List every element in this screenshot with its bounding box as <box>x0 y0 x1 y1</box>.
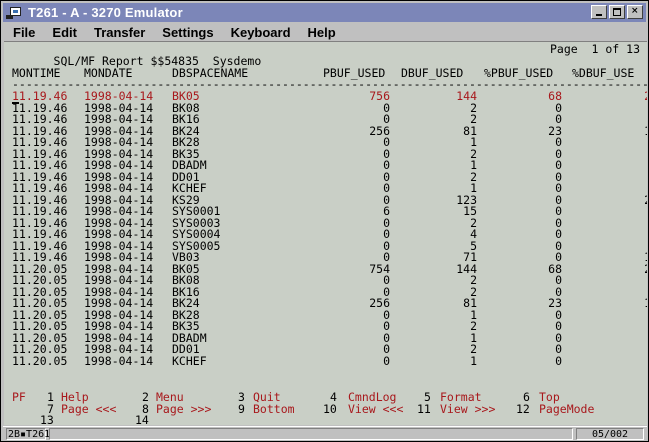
maximize-icon <box>613 8 621 16</box>
pf-key-label[interactable]: PageMode <box>539 403 594 416</box>
close-icon: × <box>631 6 639 16</box>
menu-keyboard[interactable]: Keyboard <box>222 25 299 40</box>
cell-dpct: 2 <box>644 263 647 276</box>
pf-key-number: 14 <box>135 413 149 425</box>
cell-dpct: 1 <box>644 297 647 310</box>
menu-transfer[interactable]: Transfer <box>85 25 153 40</box>
menu-bar: File Edit Transfer Settings Keyboard Hel… <box>3 23 646 41</box>
cell-dpct: 2 <box>644 194 647 207</box>
maximize-button[interactable] <box>609 5 625 19</box>
status-message-area <box>49 428 573 440</box>
terminal-screen[interactable]: SQL/MF Report $$54835 Sysdemo Page 1 of … <box>4 41 647 425</box>
pf-key-label[interactable]: Page >>> <box>156 403 211 416</box>
close-button[interactable]: × <box>627 5 643 19</box>
menu-help[interactable]: Help <box>299 25 344 40</box>
status-bar: 2B▪T261 05/002 <box>3 426 647 441</box>
cursor-position: 05/002 <box>576 428 644 440</box>
menu-settings[interactable]: Settings <box>153 25 221 40</box>
cell-ppct: 0 <box>555 353 562 368</box>
pf-key-number: 10 <box>323 402 337 416</box>
pf-key-label[interactable]: Page <<< <box>61 403 116 416</box>
cell-dbuf: 1 <box>470 353 477 368</box>
pf-prefix: PF <box>12 390 26 404</box>
menu-edit[interactable]: Edit <box>43 25 85 40</box>
minimize-icon <box>596 14 602 16</box>
pf-key-number: 12 <box>516 402 530 416</box>
cell-mondate: 1998-04-14 <box>84 353 154 368</box>
pf-key-label[interactable]: View >>> <box>440 403 495 416</box>
pf-key-label[interactable]: Bottom <box>253 403 295 416</box>
pf-key-label[interactable]: View <<< <box>348 403 403 416</box>
cell-montime: 11.20.05 <box>12 353 68 368</box>
cell-pbuf: 0 <box>383 353 390 368</box>
window-title: T261 - A - 3270 Emulator <box>28 5 183 20</box>
terminal-app-icon[interactable] <box>6 6 22 20</box>
minimize-button[interactable] <box>591 5 607 19</box>
cell-dbspacename: KCHEF <box>172 353 207 368</box>
window-controls: × <box>591 5 643 19</box>
pf-key-number: 13 <box>40 413 54 425</box>
session-indicator: 2B▪T261 <box>6 428 51 440</box>
cell-dpct: 2 <box>644 90 647 103</box>
emulator-window: T261 - A - 3270 Emulator × File Edit Tra… <box>0 0 649 442</box>
cell-dpct: 1 <box>644 125 647 138</box>
pf-key-number: 11 <box>417 402 431 416</box>
report-page: Page 1 of 13 <box>550 42 641 56</box>
text-cursor <box>12 102 19 104</box>
menu-file[interactable]: File <box>3 25 43 40</box>
pf-key-number: 9 <box>238 402 245 416</box>
title-bar[interactable]: T261 - A - 3270 Emulator × <box>3 3 646 22</box>
